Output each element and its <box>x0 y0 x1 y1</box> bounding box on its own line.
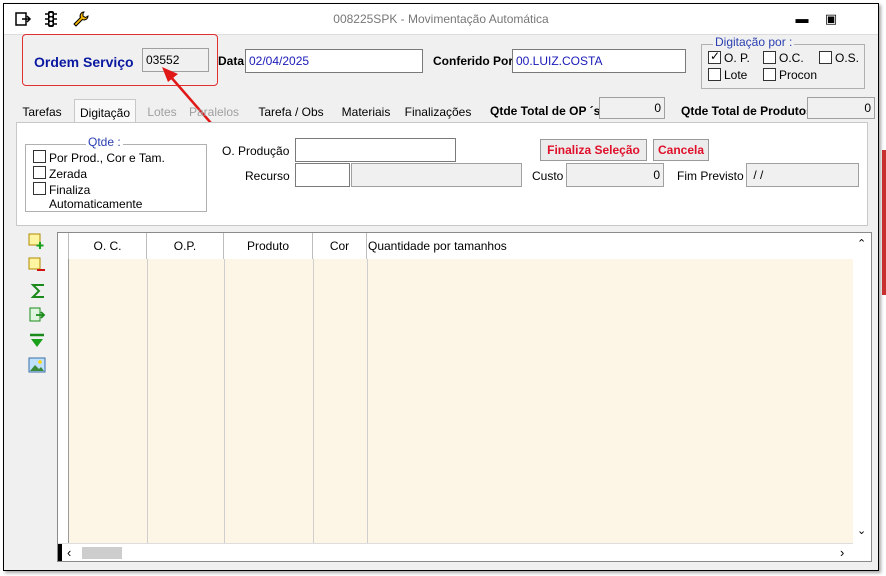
qtde-title: Qtde : <box>86 135 123 149</box>
data-field[interactable] <box>245 49 423 73</box>
scrollbar-edge <box>58 544 62 561</box>
maximize-button[interactable]: ▣ <box>823 12 839 26</box>
checkbox-finaliza[interactable] <box>33 182 46 195</box>
add-row-icon[interactable] <box>28 232 46 250</box>
digitacao-por-title: Digitação por : <box>713 35 795 49</box>
checkbox-oc[interactable] <box>763 51 776 64</box>
items-grid[interactable]: O. C. O.P. Produto Cor Quantidade por ta… <box>57 232 872 562</box>
checkbox-lote[interactable] <box>708 68 721 81</box>
recurso-desc-field <box>351 163 522 187</box>
total-op-field <box>599 97 665 119</box>
grid-col-divider <box>313 259 314 543</box>
recurso-label: Recurso <box>245 169 290 183</box>
vertical-scrollbar[interactable]: ⌃ ⌄ <box>853 233 871 543</box>
checkbox-procon[interactable] <box>763 68 776 81</box>
sum-icon[interactable] <box>30 282 48 300</box>
move-down-icon[interactable] <box>28 332 46 350</box>
checkbox-oc-label: O.C. <box>779 51 804 65</box>
background-edge <box>882 150 886 295</box>
screenshot-frame: 008225SPK - Movimentação Automática ▬ ▣ … <box>0 0 886 576</box>
column-header-quantidade[interactable]: Quantidade por tamanhos <box>367 233 853 259</box>
window-title: 008225SPK - Movimentação Automática <box>333 12 549 26</box>
producao-label: O. Produção <box>222 144 290 158</box>
total-produtos-field <box>807 97 875 119</box>
scroll-down-icon[interactable]: ⌄ <box>857 524 866 537</box>
grid-indicator-header <box>58 233 69 259</box>
scroll-left-icon[interactable]: ‹ <box>67 545 71 560</box>
column-header-produto[interactable]: Produto <box>224 233 313 259</box>
total-produtos-label: Qtde Total de Produtos <box>681 104 813 118</box>
checkbox-por-prod[interactable] <box>33 150 46 163</box>
checkbox-os[interactable] <box>819 51 832 64</box>
custo-field <box>566 163 664 187</box>
checkbox-os-label: O.S. <box>835 51 860 65</box>
scroll-right-icon[interactable]: › <box>840 545 844 560</box>
checkbox-finaliza-label-2: Automaticamente <box>49 197 143 211</box>
custo-label: Custo <box>532 169 564 183</box>
ordem-servico-label: Ordem Serviço <box>34 54 134 70</box>
column-header-op[interactable]: O.P. <box>147 233 224 259</box>
finaliza-selecao-button[interactable]: Finaliza Seleção <box>540 139 647 161</box>
checkbox-zerada[interactable] <box>33 166 46 179</box>
grid-col-divider <box>224 259 225 543</box>
checkbox-op-label: O. P. <box>724 51 750 65</box>
tab-tarefa-obs[interactable]: Tarefa / Obs <box>250 99 332 123</box>
checkbox-por-prod-label: Por Prod., Cor e Tam. <box>49 151 165 165</box>
scroll-up-icon[interactable]: ⌃ <box>857 237 866 250</box>
grid-body[interactable] <box>58 259 853 543</box>
remove-row-icon[interactable] <box>28 256 46 274</box>
title-bar: 008225SPK - Movimentação Automática ▬ ▣ <box>4 4 878 35</box>
tab-finalizacoes[interactable]: Finalizações <box>402 99 474 123</box>
checkbox-zerada-label: Zerada <box>49 167 88 181</box>
producao-field[interactable] <box>295 138 456 162</box>
row-indicator-column <box>58 259 69 543</box>
fim-previsto-field <box>746 163 859 187</box>
checkbox-finaliza-label: Finaliza <box>49 183 91 197</box>
tab-tarefas[interactable]: Tarefas <box>16 99 68 123</box>
export-icon[interactable] <box>28 306 46 324</box>
minimize-button[interactable]: ▬ <box>794 12 810 26</box>
recurso-code-field[interactable] <box>295 163 350 187</box>
column-header-oc[interactable]: O. C. <box>69 233 147 259</box>
tab-lotes[interactable]: Lotes <box>142 99 182 123</box>
tab-digitacao[interactable]: Digitação <box>74 99 136 123</box>
scroll-thumb[interactable] <box>82 547 122 559</box>
column-header-cor[interactable]: Cor <box>313 233 367 259</box>
tab-materiais[interactable]: Materiais <box>336 99 396 123</box>
image-icon[interactable] <box>28 356 46 374</box>
checkbox-lote-label: Lote <box>724 68 748 82</box>
conferido-field[interactable] <box>512 49 686 73</box>
cancela-button[interactable]: Cancela <box>653 139 709 161</box>
fim-previsto-label: Fim Previsto <box>677 169 744 183</box>
conferido-label: Conferido Por <box>433 54 513 68</box>
horizontal-scrollbar[interactable]: ‹ › <box>58 543 853 561</box>
checkbox-op[interactable] <box>708 49 721 64</box>
checkbox-procon-label: Procon <box>779 68 818 82</box>
grid-col-divider <box>147 259 148 543</box>
total-op-label: Qtde Total de OP ´s <box>490 104 601 118</box>
grid-col-divider <box>367 259 368 543</box>
tab-paralelos[interactable]: Paralelos <box>186 99 242 123</box>
app-window: 008225SPK - Movimentação Automática ▬ ▣ … <box>3 3 879 571</box>
